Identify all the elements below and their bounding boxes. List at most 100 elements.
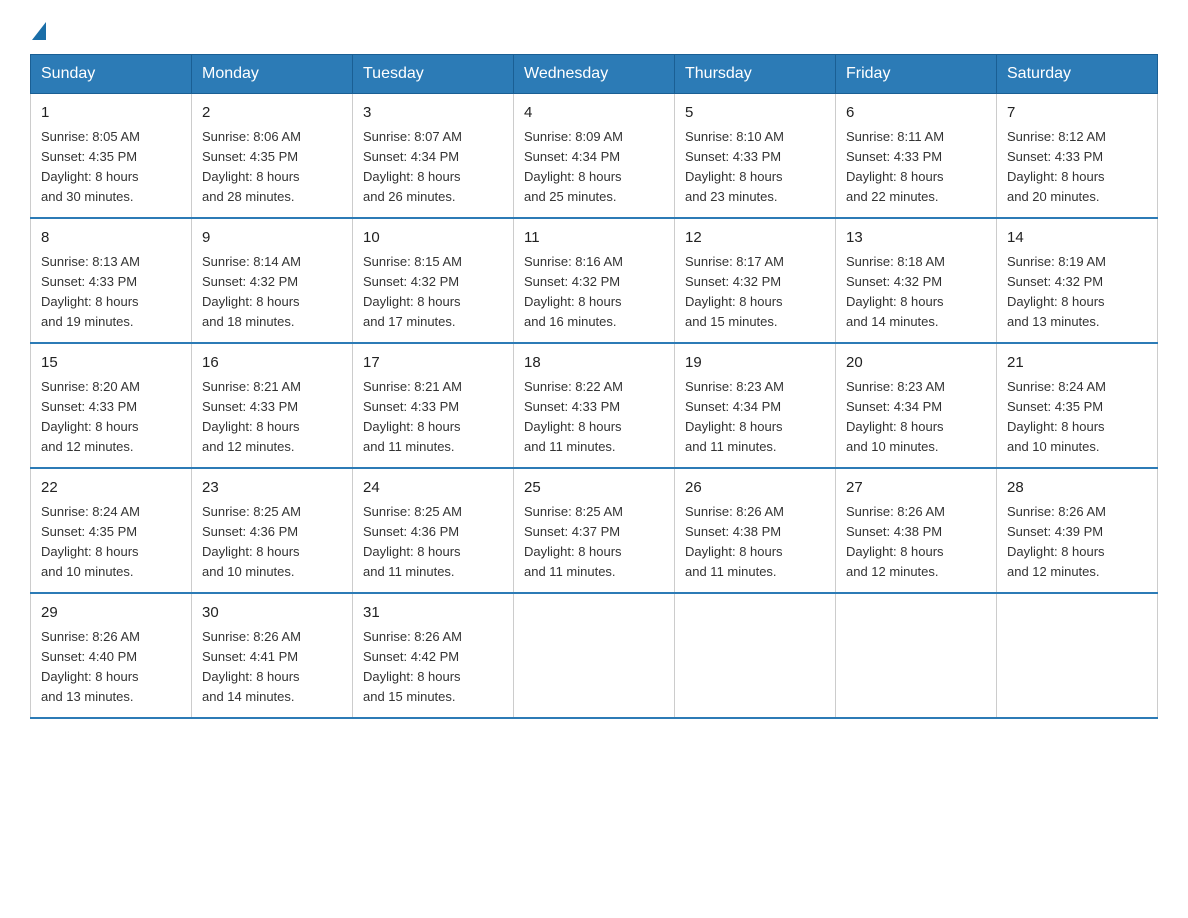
day-info: Sunrise: 8:05 AMSunset: 4:35 PMDaylight:… bbox=[41, 127, 181, 208]
weekday-header-monday: Monday bbox=[192, 55, 353, 94]
calendar-cell: 11 Sunrise: 8:16 AMSunset: 4:32 PMDaylig… bbox=[514, 218, 675, 343]
calendar-cell: 15 Sunrise: 8:20 AMSunset: 4:33 PMDaylig… bbox=[31, 343, 192, 468]
day-number: 29 bbox=[41, 602, 181, 625]
day-info: Sunrise: 8:21 AMSunset: 4:33 PMDaylight:… bbox=[202, 377, 342, 458]
weekday-header-wednesday: Wednesday bbox=[514, 55, 675, 94]
calendar-cell: 18 Sunrise: 8:22 AMSunset: 4:33 PMDaylig… bbox=[514, 343, 675, 468]
day-info: Sunrise: 8:20 AMSunset: 4:33 PMDaylight:… bbox=[41, 377, 181, 458]
calendar-cell: 4 Sunrise: 8:09 AMSunset: 4:34 PMDayligh… bbox=[514, 94, 675, 219]
calendar-cell: 27 Sunrise: 8:26 AMSunset: 4:38 PMDaylig… bbox=[836, 468, 997, 593]
day-info: Sunrise: 8:25 AMSunset: 4:36 PMDaylight:… bbox=[363, 502, 503, 583]
calendar-cell: 20 Sunrise: 8:23 AMSunset: 4:34 PMDaylig… bbox=[836, 343, 997, 468]
logo-arrow-icon bbox=[32, 22, 46, 40]
day-info: Sunrise: 8:10 AMSunset: 4:33 PMDaylight:… bbox=[685, 127, 825, 208]
day-number: 15 bbox=[41, 352, 181, 375]
calendar-cell: 1 Sunrise: 8:05 AMSunset: 4:35 PMDayligh… bbox=[31, 94, 192, 219]
day-number: 21 bbox=[1007, 352, 1147, 375]
calendar-cell: 30 Sunrise: 8:26 AMSunset: 4:41 PMDaylig… bbox=[192, 593, 353, 718]
day-info: Sunrise: 8:19 AMSunset: 4:32 PMDaylight:… bbox=[1007, 252, 1147, 333]
day-info: Sunrise: 8:26 AMSunset: 4:41 PMDaylight:… bbox=[202, 627, 342, 708]
calendar-cell: 12 Sunrise: 8:17 AMSunset: 4:32 PMDaylig… bbox=[675, 218, 836, 343]
calendar-week-3: 15 Sunrise: 8:20 AMSunset: 4:33 PMDaylig… bbox=[31, 343, 1158, 468]
day-number: 27 bbox=[846, 477, 986, 500]
weekday-header-row: SundayMondayTuesdayWednesdayThursdayFrid… bbox=[31, 55, 1158, 94]
day-info: Sunrise: 8:23 AMSunset: 4:34 PMDaylight:… bbox=[685, 377, 825, 458]
day-number: 23 bbox=[202, 477, 342, 500]
day-number: 4 bbox=[524, 102, 664, 125]
day-info: Sunrise: 8:25 AMSunset: 4:36 PMDaylight:… bbox=[202, 502, 342, 583]
calendar-week-2: 8 Sunrise: 8:13 AMSunset: 4:33 PMDayligh… bbox=[31, 218, 1158, 343]
day-info: Sunrise: 8:07 AMSunset: 4:34 PMDaylight:… bbox=[363, 127, 503, 208]
calendar-week-4: 22 Sunrise: 8:24 AMSunset: 4:35 PMDaylig… bbox=[31, 468, 1158, 593]
weekday-header-friday: Friday bbox=[836, 55, 997, 94]
day-info: Sunrise: 8:24 AMSunset: 4:35 PMDaylight:… bbox=[41, 502, 181, 583]
day-info: Sunrise: 8:23 AMSunset: 4:34 PMDaylight:… bbox=[846, 377, 986, 458]
day-number: 20 bbox=[846, 352, 986, 375]
weekday-header-saturday: Saturday bbox=[997, 55, 1158, 94]
calendar-cell bbox=[675, 593, 836, 718]
page-header bbox=[30, 20, 1158, 34]
day-number: 9 bbox=[202, 227, 342, 250]
calendar-cell: 19 Sunrise: 8:23 AMSunset: 4:34 PMDaylig… bbox=[675, 343, 836, 468]
calendar-cell: 8 Sunrise: 8:13 AMSunset: 4:33 PMDayligh… bbox=[31, 218, 192, 343]
day-number: 6 bbox=[846, 102, 986, 125]
day-number: 5 bbox=[685, 102, 825, 125]
calendar-week-5: 29 Sunrise: 8:26 AMSunset: 4:40 PMDaylig… bbox=[31, 593, 1158, 718]
day-number: 22 bbox=[41, 477, 181, 500]
calendar-cell: 24 Sunrise: 8:25 AMSunset: 4:36 PMDaylig… bbox=[353, 468, 514, 593]
calendar-cell: 2 Sunrise: 8:06 AMSunset: 4:35 PMDayligh… bbox=[192, 94, 353, 219]
calendar-cell: 28 Sunrise: 8:26 AMSunset: 4:39 PMDaylig… bbox=[997, 468, 1158, 593]
day-number: 3 bbox=[363, 102, 503, 125]
calendar-cell: 25 Sunrise: 8:25 AMSunset: 4:37 PMDaylig… bbox=[514, 468, 675, 593]
day-number: 11 bbox=[524, 227, 664, 250]
weekday-header-tuesday: Tuesday bbox=[353, 55, 514, 94]
day-number: 16 bbox=[202, 352, 342, 375]
day-number: 25 bbox=[524, 477, 664, 500]
day-number: 31 bbox=[363, 602, 503, 625]
calendar-cell: 14 Sunrise: 8:19 AMSunset: 4:32 PMDaylig… bbox=[997, 218, 1158, 343]
day-info: Sunrise: 8:22 AMSunset: 4:33 PMDaylight:… bbox=[524, 377, 664, 458]
day-number: 17 bbox=[363, 352, 503, 375]
day-number: 30 bbox=[202, 602, 342, 625]
day-number: 13 bbox=[846, 227, 986, 250]
day-info: Sunrise: 8:24 AMSunset: 4:35 PMDaylight:… bbox=[1007, 377, 1147, 458]
day-number: 14 bbox=[1007, 227, 1147, 250]
calendar-cell: 21 Sunrise: 8:24 AMSunset: 4:35 PMDaylig… bbox=[997, 343, 1158, 468]
day-number: 28 bbox=[1007, 477, 1147, 500]
calendar-cell: 22 Sunrise: 8:24 AMSunset: 4:35 PMDaylig… bbox=[31, 468, 192, 593]
day-info: Sunrise: 8:13 AMSunset: 4:33 PMDaylight:… bbox=[41, 252, 181, 333]
day-info: Sunrise: 8:26 AMSunset: 4:38 PMDaylight:… bbox=[846, 502, 986, 583]
calendar-cell: 9 Sunrise: 8:14 AMSunset: 4:32 PMDayligh… bbox=[192, 218, 353, 343]
day-number: 1 bbox=[41, 102, 181, 125]
day-info: Sunrise: 8:17 AMSunset: 4:32 PMDaylight:… bbox=[685, 252, 825, 333]
calendar-cell: 13 Sunrise: 8:18 AMSunset: 4:32 PMDaylig… bbox=[836, 218, 997, 343]
day-number: 18 bbox=[524, 352, 664, 375]
calendar-cell bbox=[836, 593, 997, 718]
day-info: Sunrise: 8:26 AMSunset: 4:38 PMDaylight:… bbox=[685, 502, 825, 583]
calendar-cell bbox=[514, 593, 675, 718]
calendar-week-1: 1 Sunrise: 8:05 AMSunset: 4:35 PMDayligh… bbox=[31, 94, 1158, 219]
calendar-cell: 23 Sunrise: 8:25 AMSunset: 4:36 PMDaylig… bbox=[192, 468, 353, 593]
day-info: Sunrise: 8:14 AMSunset: 4:32 PMDaylight:… bbox=[202, 252, 342, 333]
day-info: Sunrise: 8:06 AMSunset: 4:35 PMDaylight:… bbox=[202, 127, 342, 208]
calendar-cell: 3 Sunrise: 8:07 AMSunset: 4:34 PMDayligh… bbox=[353, 94, 514, 219]
day-info: Sunrise: 8:25 AMSunset: 4:37 PMDaylight:… bbox=[524, 502, 664, 583]
calendar-cell: 10 Sunrise: 8:15 AMSunset: 4:32 PMDaylig… bbox=[353, 218, 514, 343]
day-number: 24 bbox=[363, 477, 503, 500]
day-info: Sunrise: 8:16 AMSunset: 4:32 PMDaylight:… bbox=[524, 252, 664, 333]
calendar-cell: 31 Sunrise: 8:26 AMSunset: 4:42 PMDaylig… bbox=[353, 593, 514, 718]
day-number: 2 bbox=[202, 102, 342, 125]
calendar-cell: 7 Sunrise: 8:12 AMSunset: 4:33 PMDayligh… bbox=[997, 94, 1158, 219]
calendar-cell bbox=[997, 593, 1158, 718]
calendar-cell: 17 Sunrise: 8:21 AMSunset: 4:33 PMDaylig… bbox=[353, 343, 514, 468]
day-number: 10 bbox=[363, 227, 503, 250]
calendar-cell: 5 Sunrise: 8:10 AMSunset: 4:33 PMDayligh… bbox=[675, 94, 836, 219]
day-info: Sunrise: 8:26 AMSunset: 4:42 PMDaylight:… bbox=[363, 627, 503, 708]
day-info: Sunrise: 8:18 AMSunset: 4:32 PMDaylight:… bbox=[846, 252, 986, 333]
day-number: 19 bbox=[685, 352, 825, 375]
day-number: 8 bbox=[41, 227, 181, 250]
day-info: Sunrise: 8:26 AMSunset: 4:39 PMDaylight:… bbox=[1007, 502, 1147, 583]
calendar-cell: 6 Sunrise: 8:11 AMSunset: 4:33 PMDayligh… bbox=[836, 94, 997, 219]
day-number: 26 bbox=[685, 477, 825, 500]
logo bbox=[30, 20, 48, 34]
